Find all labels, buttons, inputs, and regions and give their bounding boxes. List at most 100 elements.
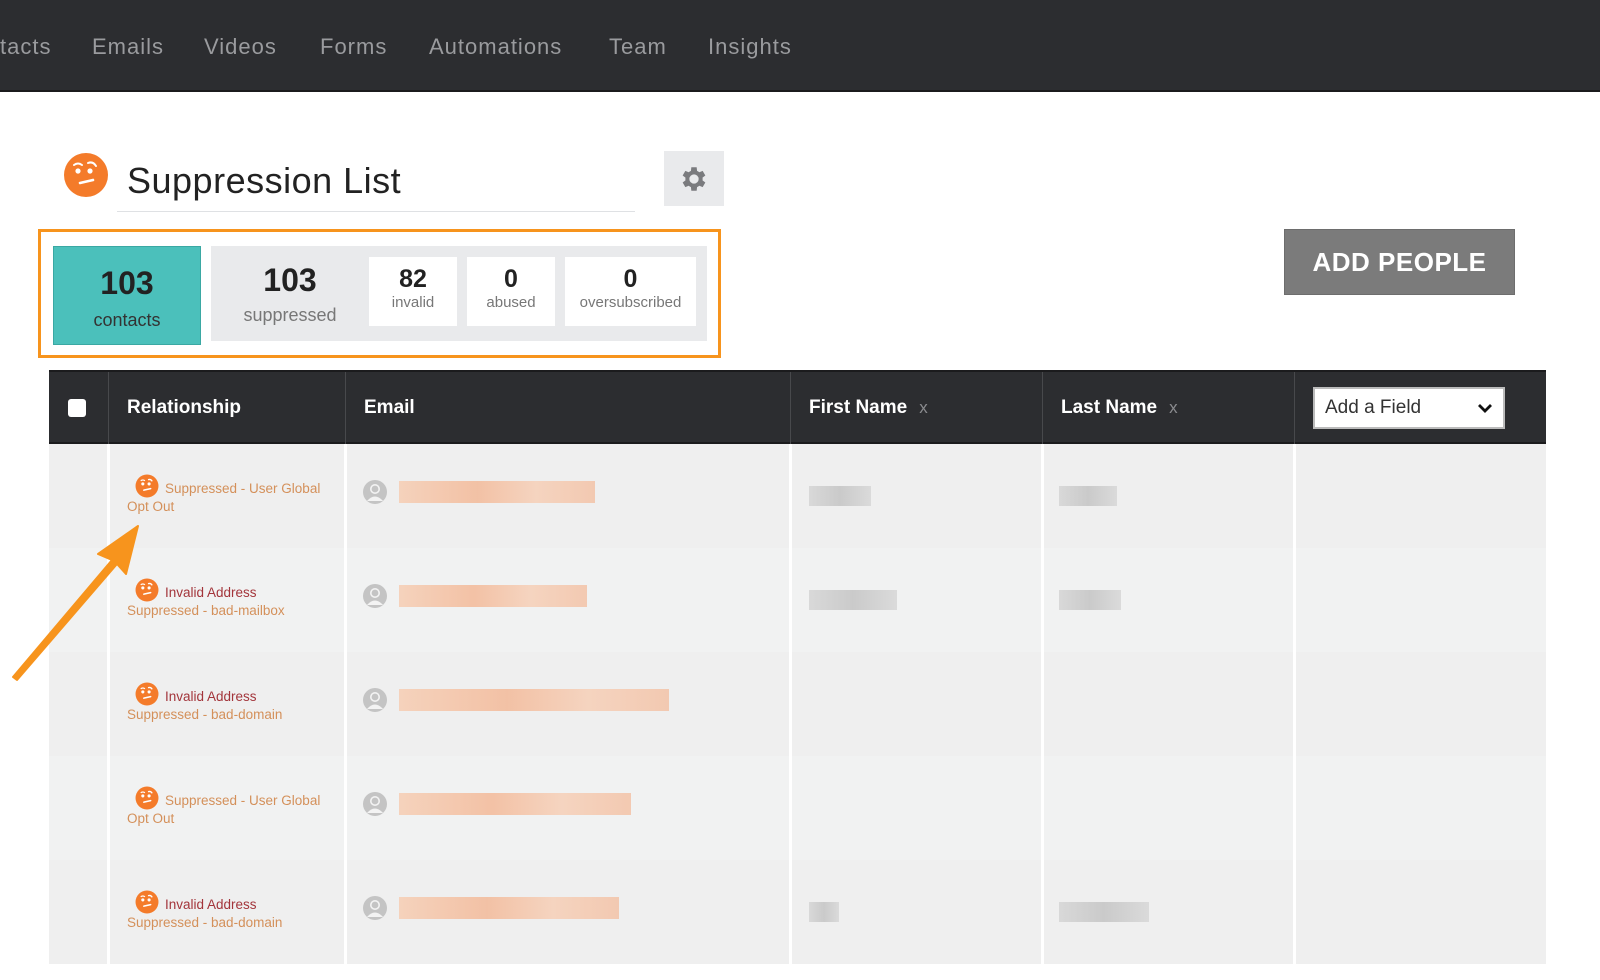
- remove-first-name-column-icon[interactable]: x: [919, 398, 928, 418]
- column-divider: [1293, 444, 1296, 548]
- relationship-status-secondary: Suppressed - bad-domain: [127, 707, 283, 722]
- gear-icon: [682, 166, 706, 191]
- relationship-status-primary: Invalid Address: [165, 689, 257, 704]
- column-divider: [1293, 652, 1296, 756]
- column-divider: [1293, 860, 1296, 964]
- relationship-status-primary: Suppressed - User Global: [165, 481, 321, 496]
- column-divider: [1041, 860, 1044, 964]
- column-divider: [789, 756, 792, 860]
- email-link-redacted[interactable]: [399, 897, 619, 919]
- column-divider: [107, 756, 110, 860]
- column-divider: [789, 548, 792, 652]
- stat-abused-value: 0: [504, 265, 518, 293]
- column-divider: [344, 548, 347, 652]
- last-name-redacted: [1059, 486, 1117, 506]
- stat-contacts-label: contacts: [93, 310, 161, 330]
- first-name-redacted: [809, 590, 897, 610]
- header-relationship-label: Relationship: [127, 397, 242, 418]
- last-name-redacted: [1059, 902, 1149, 922]
- nav-item-automations[interactable]: Automations: [429, 34, 562, 60]
- user-avatar-icon: [363, 896, 387, 920]
- stat-invalid[interactable]: 82 invalid: [369, 257, 457, 326]
- relationship-status-secondary: Opt Out: [127, 499, 175, 514]
- confused-face-icon: [135, 578, 159, 602]
- table-row[interactable]: Suppressed - User Global Opt Out: [49, 756, 1546, 860]
- stat-invalid-value: 82: [399, 265, 427, 293]
- nav-item-insights[interactable]: Insights: [708, 34, 792, 60]
- relationship-status-secondary: Opt Out: [127, 811, 175, 826]
- table-row[interactable]: Invalid Address Suppressed - bad-domain: [49, 652, 1546, 756]
- column-divider: [107, 652, 110, 756]
- column-divider: [1041, 756, 1044, 860]
- email-link-redacted[interactable]: [399, 585, 587, 607]
- stat-suppressed-value: 103: [263, 262, 317, 298]
- last-name-redacted: [1059, 590, 1121, 610]
- column-divider: [107, 444, 110, 548]
- column-divider: [1293, 756, 1296, 860]
- stat-abused-label: abused: [486, 294, 536, 311]
- column-divider: [344, 652, 347, 756]
- nav-item-forms[interactable]: Forms: [320, 34, 387, 60]
- select-all-checkbox[interactable]: [68, 399, 86, 417]
- stat-abused[interactable]: 0 abused: [467, 257, 555, 326]
- column-divider: [789, 444, 792, 548]
- remove-last-name-column-icon[interactable]: x: [1169, 398, 1178, 418]
- add-people-button[interactable]: ADD PEOPLE: [1284, 229, 1515, 295]
- relationship-status-primary: Suppressed - User Global: [165, 793, 321, 808]
- add-field-select[interactable]: Add a Field: [1313, 387, 1505, 429]
- header-relationship[interactable]: Relationship: [109, 372, 346, 444]
- email-cell: [363, 688, 669, 712]
- settings-button[interactable]: [664, 151, 724, 206]
- confused-face-icon: [135, 474, 159, 498]
- relationship-status-secondary: Suppressed - bad-domain: [127, 915, 283, 930]
- nav-item-team[interactable]: Team: [609, 34, 667, 60]
- stat-suppressed[interactable]: 103 suppressed: [211, 246, 369, 341]
- page-title: Suppression List: [127, 160, 402, 201]
- column-divider: [107, 860, 110, 964]
- confused-face-icon: [64, 153, 108, 197]
- stat-oversubscribed-value: 0: [623, 265, 638, 293]
- chevron-down-icon: [1478, 404, 1492, 413]
- header-last-name[interactable]: Last Name x: [1043, 372, 1295, 444]
- title-field[interactable]: Suppression List: [117, 152, 635, 212]
- stat-oversubscribed[interactable]: 0 oversubscribed: [565, 257, 696, 326]
- table-header: Relationship Email First Name x Last Nam…: [49, 370, 1546, 444]
- stat-suppressed-label: suppressed: [243, 305, 337, 325]
- relationship-cell: Suppressed - User Global Opt Out: [127, 786, 337, 828]
- header-email-label: Email: [364, 397, 415, 418]
- nav-item-videos[interactable]: Videos: [204, 34, 277, 60]
- email-link-redacted[interactable]: [399, 689, 669, 711]
- table-body: Suppressed - User Global Opt Out Invalid…: [49, 444, 1546, 964]
- column-divider: [344, 756, 347, 860]
- user-avatar-icon: [363, 688, 387, 712]
- first-name-redacted: [809, 902, 839, 922]
- table-row[interactable]: Invalid Address Suppressed - bad-mailbox: [49, 548, 1546, 652]
- user-avatar-icon: [363, 480, 387, 504]
- table-row[interactable]: Suppressed - User Global Opt Out: [49, 444, 1546, 548]
- column-divider: [1293, 548, 1296, 652]
- email-link-redacted[interactable]: [399, 793, 631, 815]
- top-nav: tacts Emails Videos Forms Automations Te…: [0, 0, 1600, 92]
- column-divider: [344, 444, 347, 548]
- relationship-status-primary: Invalid Address: [165, 897, 257, 912]
- nav-item-contacts[interactable]: tacts: [0, 34, 51, 60]
- user-avatar-icon: [363, 584, 387, 608]
- header-first-name[interactable]: First Name x: [791, 372, 1043, 444]
- email-cell: [363, 896, 619, 920]
- stat-oversubscribed-label: oversubscribed: [579, 294, 682, 311]
- add-field-select-value: Add a Field: [1325, 397, 1422, 418]
- confused-face-icon: [135, 786, 159, 810]
- stat-contacts[interactable]: 103 contacts: [53, 246, 201, 345]
- confused-face-icon: [135, 890, 159, 914]
- email-cell: [363, 584, 587, 608]
- relationship-cell: Invalid Address Suppressed - bad-mailbox: [127, 578, 337, 620]
- column-divider: [344, 860, 347, 964]
- stat-contacts-value: 103: [100, 265, 154, 301]
- table-row[interactable]: Invalid Address Suppressed - bad-domain: [49, 860, 1546, 964]
- header-email[interactable]: Email: [346, 372, 791, 444]
- nav-item-emails[interactable]: Emails: [92, 34, 164, 60]
- relationship-status-primary: Invalid Address: [165, 585, 257, 600]
- column-divider: [789, 652, 792, 756]
- email-link-redacted[interactable]: [399, 481, 595, 503]
- contacts-table: Relationship Email First Name x Last Nam…: [49, 370, 1546, 964]
